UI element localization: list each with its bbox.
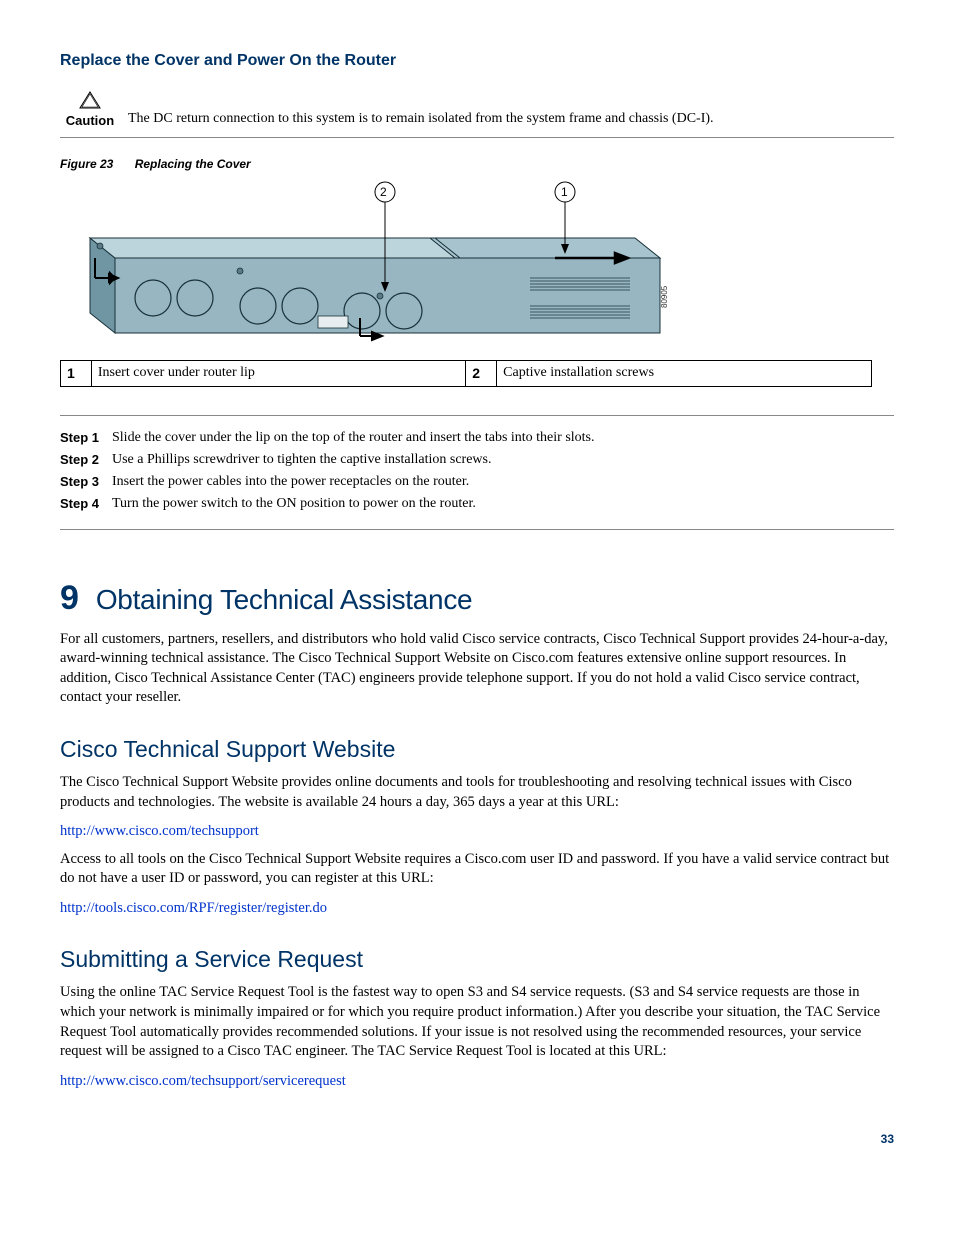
chapter-intro: For all customers, partners, resellers, … [60,630,894,708]
step-text: Use a Phillips screwdriver to tighten th… [112,451,491,470]
body-paragraph: Using the online TAC Service Request Too… [60,983,894,1061]
chapter-title: Obtaining Technical Assistance [96,584,473,615]
step-text: Slide the cover under the lip on the top… [112,429,595,448]
figure-caption: Figure 23 Replacing the Cover [60,156,894,172]
callout-desc: Captive installation screws [497,361,872,387]
callout-num: 1 [61,361,92,387]
balloon-2: 2 [380,185,387,199]
table-row: 1 Insert cover under router lip 2 Captiv… [61,361,872,387]
caution-icon [60,90,120,110]
callout-table: 1 Insert cover under router lip 2 Captiv… [60,360,872,387]
subsection-heading: Cisco Technical Support Website [60,734,894,765]
step-row: Step 1 Slide the cover under the lip on … [60,429,894,448]
body-paragraph: The Cisco Technical Support Website prov… [60,773,894,812]
caution-block: Caution The DC return connection to this… [60,90,894,139]
support-link[interactable]: http://www.cisco.com/techsupport [60,822,894,842]
steps-block: Step 1 Slide the cover under the lip on … [60,415,894,530]
art-number: 80905 [660,286,669,308]
figure-illustration: 2 1 80905 [60,178,872,356]
chapter-number: 9 [60,579,78,617]
register-link[interactable]: http://tools.cisco.com/RPF/register/regi… [60,899,894,919]
section-heading: Replace the Cover and Power On the Route… [60,50,894,72]
step-label: Step 1 [60,429,112,448]
step-label: Step 3 [60,473,112,492]
step-text: Turn the power switch to the ON position… [112,495,476,514]
step-text: Insert the power cables into the power r… [112,473,469,492]
step-row: Step 2 Use a Phillips screwdriver to tig… [60,451,894,470]
balloon-1: 1 [561,185,568,199]
step-row: Step 3 Insert the power cables into the … [60,473,894,492]
chapter-heading: 9 Obtaining Technical Assistance [60,576,894,622]
step-label: Step 4 [60,495,112,514]
figure-title: Replacing the Cover [135,157,251,171]
subsection-heading: Submitting a Service Request [60,944,894,975]
step-row: Step 4 Turn the power switch to the ON p… [60,495,894,514]
servicerequest-link[interactable]: http://www.cisco.com/techsupport/service… [60,1072,894,1092]
figure-label: Figure 23 [60,157,113,171]
body-paragraph: Access to all tools on the Cisco Technic… [60,850,894,889]
callout-desc: Insert cover under router lip [91,361,465,387]
page-number: 33 [60,1131,894,1147]
step-label: Step 2 [60,451,112,470]
caution-label: Caution [60,112,120,130]
callout-num: 2 [466,361,497,387]
caution-text: The DC return connection to this system … [120,90,714,129]
